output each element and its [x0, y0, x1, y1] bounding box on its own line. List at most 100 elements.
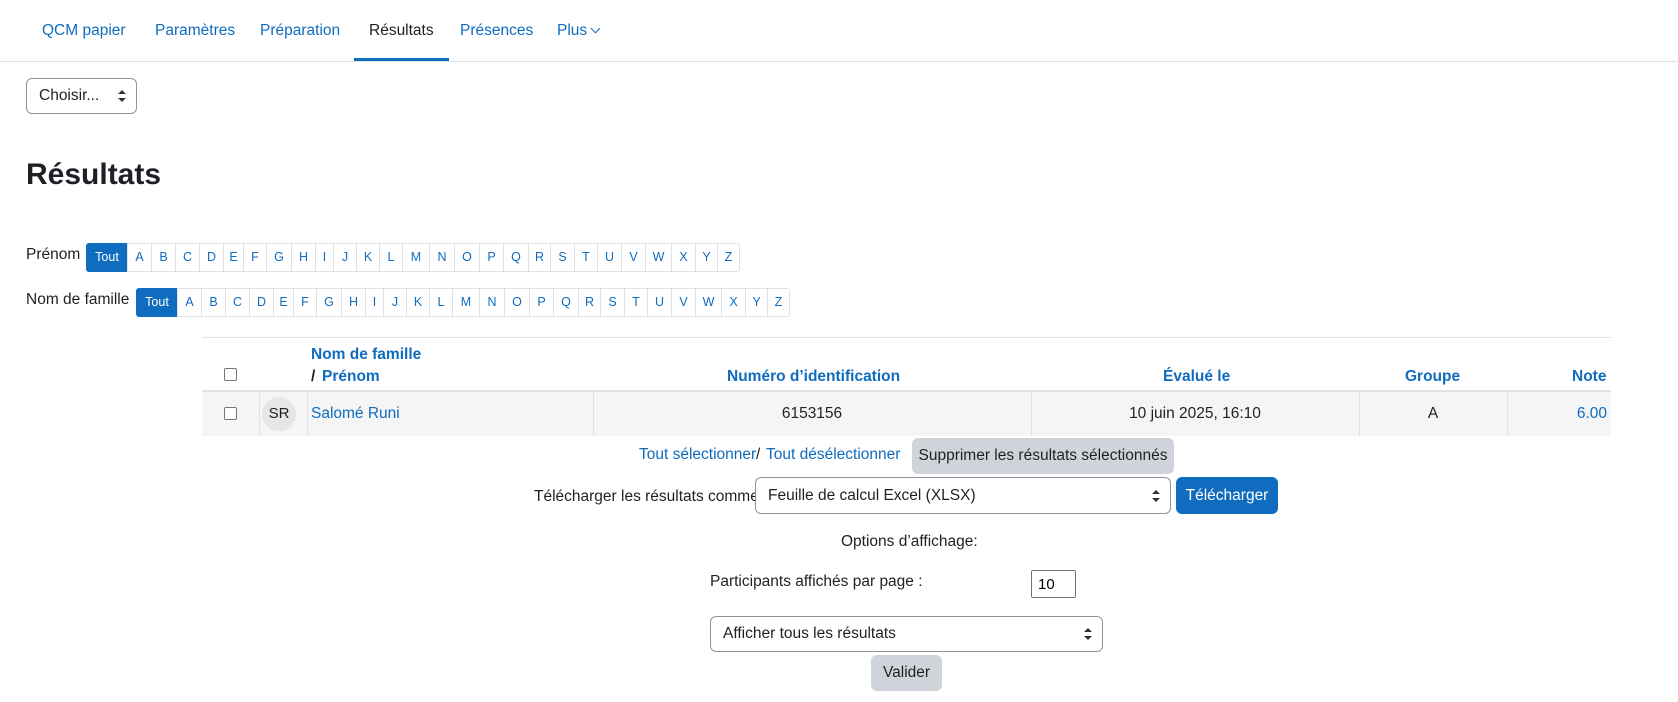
firstname-initial-e[interactable]: E — [223, 243, 244, 272]
lastname-initial-f[interactable]: F — [293, 288, 317, 317]
header-graded[interactable]: Évalué le — [1163, 368, 1230, 386]
download-label: Télécharger les résultats comme : — [534, 488, 768, 505]
firstname-initial-b[interactable]: B — [151, 243, 176, 272]
lastname-initial-c[interactable]: C — [225, 288, 250, 317]
firstname-initial-f[interactable]: F — [243, 243, 267, 272]
firstname-initial-z[interactable]: Z — [717, 243, 740, 272]
tab-presences[interactable]: Présences — [460, 0, 533, 61]
lastname-initial-n[interactable]: N — [479, 288, 505, 317]
tab-plus-label: Plus — [557, 22, 588, 39]
header-group[interactable]: Groupe — [1405, 368, 1460, 386]
lastname-initial-e[interactable]: E — [273, 288, 294, 317]
per-page-label: Participants affichés par page : — [710, 573, 923, 590]
header-firstname[interactable]: Prénom — [322, 368, 380, 386]
tab-parametres[interactable]: Paramètres — [155, 0, 235, 61]
results-filter-value: Afficher tous les résultats — [723, 625, 896, 642]
firstname-initial-p[interactable]: P — [479, 243, 504, 272]
deselect-all-link[interactable]: Tout désélectionner — [766, 446, 900, 464]
avatar[interactable]: SR — [262, 397, 296, 431]
firstname-initial-m[interactable]: M — [402, 243, 430, 272]
header-lastname[interactable]: Nom de famille — [311, 346, 421, 364]
lastname-initial-y[interactable]: Y — [745, 288, 768, 317]
firstname-initial-k[interactable]: K — [356, 243, 380, 272]
firstname-initial-r[interactable]: R — [528, 243, 551, 272]
lastname-initial-w[interactable]: W — [695, 288, 722, 317]
group-cell: A — [1427, 405, 1439, 422]
per-page-input[interactable] — [1031, 570, 1076, 598]
display-options-heading: Options d’affichage: — [841, 533, 978, 550]
lastname-initial-h[interactable]: H — [341, 288, 366, 317]
lastname-initial-u[interactable]: U — [647, 288, 672, 317]
row-checkbox[interactable] — [224, 407, 237, 420]
firstname-initial-y[interactable]: Y — [695, 243, 718, 272]
lastname-initial-o[interactable]: O — [504, 288, 530, 317]
lastname-filter-label: Nom de famille — [26, 291, 130, 308]
select-arrows-icon — [118, 90, 126, 102]
download-button[interactable]: Télécharger — [1176, 477, 1278, 514]
firstname-initial-v[interactable]: V — [621, 243, 646, 272]
lastname-initial-i[interactable]: I — [365, 288, 384, 317]
tab-qcm-papier[interactable]: QCM papier — [42, 0, 126, 61]
lastname-initial-p[interactable]: P — [529, 288, 554, 317]
firstname-initial-i[interactable]: I — [315, 243, 334, 272]
select-all-link[interactable]: Tout sélectionner — [639, 446, 756, 464]
firstname-initial-all[interactable]: Tout — [86, 243, 128, 272]
cell-divider — [1507, 392, 1508, 436]
results-filter-select[interactable]: Afficher tous les résultats — [710, 616, 1103, 652]
lastname-initial-x[interactable]: X — [721, 288, 746, 317]
lastname-initial-k[interactable]: K — [406, 288, 430, 317]
firstname-initial-n[interactable]: N — [429, 243, 455, 272]
jump-select[interactable]: Choisir... — [26, 78, 137, 114]
firstname-initial-a[interactable]: A — [127, 243, 152, 272]
tab-preparation[interactable]: Préparation — [260, 0, 340, 61]
tab-plus[interactable]: Plus — [557, 0, 601, 61]
lastname-initial-r[interactable]: R — [578, 288, 601, 317]
firstname-initial-q[interactable]: Q — [503, 243, 529, 272]
lastname-initial-l[interactable]: L — [429, 288, 453, 317]
lastname-initial-j[interactable]: J — [383, 288, 407, 317]
firstname-initial-x[interactable]: X — [671, 243, 696, 272]
lastname-initial-s[interactable]: S — [600, 288, 625, 317]
tab-resultats[interactable]: Résultats — [354, 0, 449, 61]
graded-cell: 10 juin 2025, 16:10 — [1129, 405, 1261, 422]
lastname-initial-t[interactable]: T — [624, 288, 648, 317]
lastname-initial-z[interactable]: Z — [767, 288, 790, 317]
select-all-checkbox[interactable] — [224, 368, 237, 381]
download-format-select[interactable]: Feuille de calcul Excel (XLSX) — [755, 477, 1171, 514]
page-title: Résultats — [26, 158, 162, 191]
lastname-initial-a[interactable]: A — [177, 288, 202, 317]
lastname-initial-all[interactable]: Tout — [136, 288, 178, 317]
lastname-initial-m[interactable]: M — [452, 288, 480, 317]
firstname-initial-w[interactable]: W — [645, 243, 672, 272]
results-table: Nom de famille / Prénom Numéro d’identif… — [202, 337, 1611, 391]
delete-selected-button[interactable]: Supprimer les résultats sélectionnés — [912, 438, 1174, 474]
lastname-initial-d[interactable]: D — [249, 288, 274, 317]
lastname-initial-q[interactable]: Q — [553, 288, 579, 317]
firstname-initial-h[interactable]: H — [291, 243, 316, 272]
firstname-initial-d[interactable]: D — [199, 243, 224, 272]
cell-divider — [259, 392, 260, 436]
chevron-down-icon — [590, 23, 601, 34]
lastname-initials-bar: Tout ABCDEFGHIJKLMNOPQRSTUVWXYZ — [136, 288, 790, 317]
firstname-initial-o[interactable]: O — [454, 243, 480, 272]
download-format-value: Feuille de calcul Excel (XLSX) — [768, 487, 976, 504]
lastname-initial-b[interactable]: B — [201, 288, 226, 317]
firstname-initial-l[interactable]: L — [379, 243, 403, 272]
grade-link[interactable]: 6.00 — [1577, 392, 1607, 436]
firstname-initial-t[interactable]: T — [574, 243, 598, 272]
firstname-initial-j[interactable]: J — [333, 243, 357, 272]
table-row: SR Salomé Runi 6153156 10 juin 2025, 16:… — [202, 390, 1611, 436]
firstname-initial-c[interactable]: C — [175, 243, 200, 272]
firstname-initial-s[interactable]: S — [550, 243, 575, 272]
firstname-initial-u[interactable]: U — [597, 243, 622, 272]
lastname-initial-v[interactable]: V — [671, 288, 696, 317]
submit-button[interactable]: Valider — [871, 655, 942, 691]
lastname-initial-g[interactable]: G — [316, 288, 342, 317]
header-grade[interactable]: Note — [1572, 368, 1606, 386]
firstname-initial-g[interactable]: G — [266, 243, 292, 272]
header-idnumber[interactable]: Numéro d’identification — [727, 368, 900, 386]
firstname-filter-label: Prénom — [26, 246, 81, 263]
select-arrows-icon — [1084, 628, 1092, 640]
student-name-link[interactable]: Salomé Runi — [311, 392, 400, 436]
cell-divider — [307, 392, 308, 436]
